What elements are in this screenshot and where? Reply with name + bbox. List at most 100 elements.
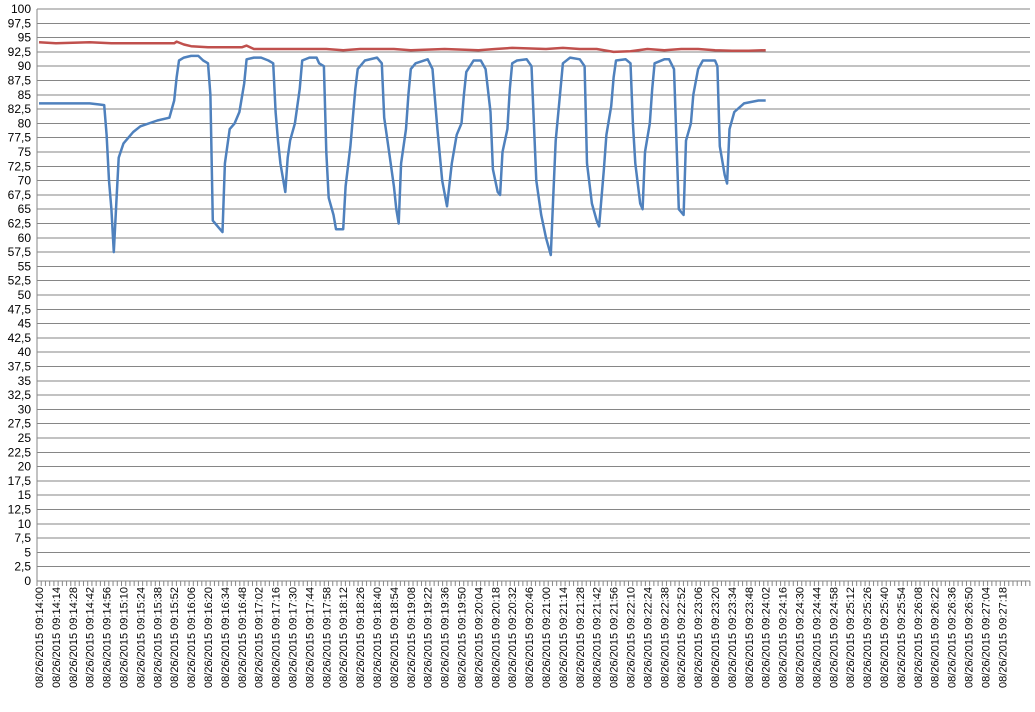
x-tick-label: 08/26/2015 09:19:08 [406,587,418,688]
x-tick-label: 08/26/2015 09:24:44 [811,587,823,688]
y-tick-label: 62,5 [8,217,32,231]
y-tick-label: 57,5 [8,245,32,259]
x-tick-label: 08/26/2015 09:23:48 [744,587,756,688]
x-tick-label: 08/26/2015 09:23:06 [693,587,705,688]
x-tick-label: 08/26/2015 09:24:02 [761,587,773,688]
x-tick-label: 08/26/2015 09:17:02 [254,587,266,688]
x-tick-label: 08/26/2015 09:26:50 [964,587,976,688]
y-tick-label: 67,5 [8,188,32,202]
y-tick-label: 55 [18,259,32,273]
y-tick-label: 75 [18,145,32,159]
line-chart: 02,557,51012,51517,52022,52527,53032,535… [8,2,1031,688]
y-tick-label: 95 [18,31,32,45]
y-tick-label: 35 [18,374,32,388]
x-tick-label: 08/26/2015 09:16:48 [237,587,249,688]
y-tick-label: 45 [18,317,32,331]
x-tick-label: 08/26/2015 09:20:32 [507,587,519,688]
x-tick-label: 08/26/2015 09:23:34 [727,587,739,688]
x-tick-label: 08/26/2015 09:14:42 [85,587,97,688]
x-tick-label: 08/26/2015 09:16:06 [186,587,198,688]
x-tick-label: 08/26/2015 09:27:04 [980,587,992,688]
x-tick-label: 08/26/2015 09:26:08 [913,587,925,688]
y-tick-label: 60 [18,231,32,245]
y-tick-label: 90 [18,59,32,73]
x-tick-label: 08/26/2015 09:15:38 [152,587,164,688]
y-tick-label: 20 [18,460,32,474]
x-tick-label: 08/26/2015 09:25:54 [896,587,908,688]
x-tick-label: 08/26/2015 09:19:22 [423,587,435,688]
x-tick-label: 08/26/2015 09:19:36 [440,587,452,688]
x-tick-label: 08/26/2015 09:15:10 [119,587,131,688]
x-tick-label: 08/26/2015 09:26:36 [947,587,959,688]
y-tick-label: 72,5 [8,159,32,173]
x-tick-label: 08/26/2015 09:14:28 [68,587,80,688]
y-tick-label: 25 [18,431,32,445]
x-tick-label: 08/26/2015 09:24:58 [828,587,840,688]
x-tick-label: 08/26/2015 09:16:20 [203,587,215,688]
y-tick-label: 92,5 [8,45,32,59]
x-tick-label: 08/26/2015 09:17:16 [271,587,283,688]
x-tick-label: 08/26/2015 09:27:18 [997,587,1009,688]
x-tick-label: 08/26/2015 09:14:14 [51,587,63,688]
x-tick-label: 08/26/2015 09:19:50 [457,587,469,688]
x-tick-label: 08/26/2015 09:22:52 [676,587,688,688]
y-tick-label: 2,5 [14,560,31,574]
x-tick-label: 08/26/2015 09:17:58 [321,587,333,688]
y-tick-label: 80 [18,116,32,130]
x-tick-label: 08/26/2015 09:17:44 [304,587,316,688]
y-tick-label: 12,5 [8,503,32,517]
y-tick-label: 70 [18,174,32,188]
x-tick-label: 08/26/2015 09:24:30 [795,587,807,688]
x-tick-label: 08/26/2015 09:18:40 [372,587,384,688]
y-tick-label: 82,5 [8,102,32,116]
x-tick-label: 08/26/2015 09:26:22 [930,587,942,688]
x-tick-label: 08/26/2015 09:21:28 [575,587,587,688]
y-tick-label: 100 [11,2,31,16]
x-tick-label: 08/26/2015 09:14:56 [102,587,114,688]
x-tick-label: 08/26/2015 09:22:10 [626,587,638,688]
y-tick-label: 30 [18,402,32,416]
x-tick-label: 08/26/2015 09:15:52 [169,587,181,688]
y-tick-label: 27,5 [8,417,32,431]
y-tick-label: 85 [18,88,32,102]
x-tick-label: 08/26/2015 09:25:40 [879,587,891,688]
y-tick-label: 5 [24,545,31,559]
y-tick-label: 37,5 [8,360,32,374]
x-tick-label: 08/26/2015 09:22:38 [659,587,671,688]
x-tick-label: 08/26/2015 09:21:56 [609,587,621,688]
x-tick-label: 08/26/2015 09:14:00 [34,587,46,688]
series-line [38,40,766,54]
y-tick-label: 17,5 [8,474,32,488]
x-tick-label: 08/26/2015 09:21:14 [558,587,570,688]
x-tick-label: 08/26/2015 09:21:42 [592,587,604,688]
x-tick-label: 08/26/2015 09:24:16 [778,587,790,688]
series-lines [38,40,766,257]
y-tick-label: 42,5 [8,331,32,345]
y-tick-label: 7,5 [14,531,31,545]
x-tick-label: 08/26/2015 09:25:26 [862,587,874,688]
y-tick-label: 15 [18,488,32,502]
x-tick-label: 08/26/2015 09:15:24 [135,587,147,688]
y-tick-label: 65 [18,202,32,216]
y-tick-label: 22,5 [8,445,32,459]
y-tick-label: 10 [18,517,32,531]
x-tick-label: 08/26/2015 09:23:20 [710,587,722,688]
x-tick-label: 08/26/2015 09:21:00 [541,587,553,688]
y-tick-label: 87,5 [8,74,32,88]
y-tick-label: 97,5 [8,16,32,30]
y-axis-tick-labels: 02,557,51012,51517,52022,52527,53032,535… [8,2,32,588]
x-tick-label: 08/26/2015 09:20:04 [473,587,485,688]
x-tick-label: 08/26/2015 09:20:18 [490,587,502,688]
y-tick-label: 0 [24,574,31,588]
x-tick-label: 08/26/2015 09:17:30 [288,587,300,688]
y-tick-label: 32,5 [8,388,32,402]
x-tick-label: 08/26/2015 09:25:12 [845,587,857,688]
y-tick-label: 40 [18,345,32,359]
x-tick-label: 08/26/2015 09:22:24 [642,587,654,688]
y-tick-label: 50 [18,288,32,302]
y-tick-label: 52,5 [8,274,32,288]
x-axis-tick-labels: 08/26/2015 09:14:00 08/26/2015 09:14:14 08… [34,587,1009,688]
y-tick-label: 77,5 [8,131,32,145]
series-line [39,54,766,257]
x-tick-label: 08/26/2015 09:18:12 [338,587,350,688]
